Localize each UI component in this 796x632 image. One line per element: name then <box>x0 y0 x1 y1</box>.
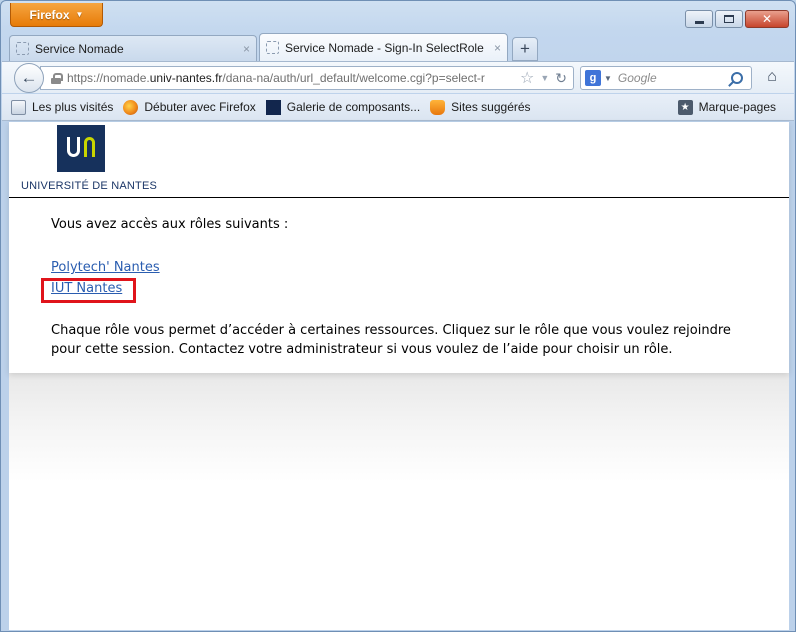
url-text[interactable]: https://nomade.univ-nantes.fr/dana-na/au… <box>67 71 518 85</box>
highlight-box <box>41 278 136 303</box>
logo-u-shape <box>67 137 80 157</box>
google-icon[interactable]: g <box>585 70 601 86</box>
role-selection-panel: UNIVERSITÉ DE NANTES Vous avez accès aux… <box>9 122 789 373</box>
bookmark-debuter-avec-firefox[interactable]: Débuter avec Firefox <box>123 99 256 115</box>
bookmark-sites-suggeres[interactable]: Sites suggérés <box>430 99 531 115</box>
firefox-menu-button[interactable]: Firefox ▼ <box>10 3 103 27</box>
browser-window: Firefox ▼ ✕ Service Nomade × Service Nom… <box>0 0 796 632</box>
bookmark-galerie-de-composants[interactable]: Galerie de composants... <box>265 99 421 115</box>
maximize-icon <box>724 15 734 23</box>
header-divider <box>9 197 789 198</box>
tab-label: Service Nomade - Sign-In SelectRole <box>285 40 484 55</box>
bookmark-label: Sites suggérés <box>451 100 531 114</box>
back-arrow-icon: ← <box>20 68 38 87</box>
university-logo <box>57 125 105 172</box>
back-button[interactable]: ← <box>14 63 44 93</box>
close-icon: ✕ <box>761 12 773 26</box>
chevron-down-icon: ▼ <box>75 10 84 19</box>
window-controls: ✕ <box>685 10 789 28</box>
tab-service-nomade[interactable]: Service Nomade × <box>9 35 257 61</box>
bookmarks-menu-button[interactable]: ★ Marque-pages <box>677 99 776 115</box>
bookmarks-toolbar: Les plus visités Débuter avec Firefox Ga… <box>2 94 794 121</box>
url-prefix: https://nomade. <box>67 71 150 85</box>
bookmark-label: Débuter avec Firefox <box>144 100 256 114</box>
search-icon[interactable] <box>731 72 743 84</box>
page-content: UNIVERSITÉ DE NANTES Vous avez accès aux… <box>9 122 789 630</box>
firefox-menu-label: Firefox <box>29 7 70 22</box>
plus-icon: + <box>520 39 530 58</box>
roles-intro-text: Vous avez accès aux rôles suivants : <box>51 217 289 232</box>
new-tab-button[interactable]: + <box>512 37 538 61</box>
close-window-button[interactable]: ✕ <box>745 10 789 28</box>
firefox-icon <box>123 99 139 115</box>
bookmark-label: Galerie de composants... <box>286 100 421 114</box>
tab-label: Service Nomade <box>35 41 124 56</box>
home-icon[interactable]: ⌂ <box>762 67 782 87</box>
url-bar[interactable]: https://nomade.univ-nantes.fr/dana-na/au… <box>40 66 574 90</box>
suggested-sites-icon <box>430 99 446 115</box>
tab-close-icon[interactable]: × <box>494 41 501 55</box>
university-name: UNIVERSITÉ DE NANTES <box>21 180 158 192</box>
role-link-polytech-nantes[interactable]: Polytech' Nantes <box>51 260 160 275</box>
minimize-icon <box>694 20 704 24</box>
folder-icon <box>11 99 26 115</box>
search-engine-dropdown-icon[interactable]: ▼ <box>604 74 612 83</box>
url-domain: univ-nantes.fr <box>149 71 223 85</box>
bookmark-star-icon[interactable]: ☆ <box>520 68 534 88</box>
maximize-button[interactable] <box>715 10 743 28</box>
roles-description-text: Chaque rôle vous permet d’accéder à cert… <box>51 323 731 357</box>
bookmark-les-plus-visites[interactable]: Les plus visités <box>11 99 114 115</box>
minimize-button[interactable] <box>685 10 713 28</box>
logo-n-shape <box>84 137 95 157</box>
bookmark-label: Les plus visités <box>32 100 114 114</box>
tab-close-icon[interactable]: × <box>243 42 250 56</box>
page-favicon-icon <box>266 41 279 54</box>
gallery-icon <box>265 99 281 115</box>
search-bar[interactable]: g ▼ Google <box>580 66 752 90</box>
search-input[interactable]: Google <box>618 71 731 85</box>
url-path: /dana-na/auth/url_default/welcome.cgi?p=… <box>222 71 485 85</box>
history-dropdown-icon[interactable]: ▼ <box>540 73 549 83</box>
bookmarks-star-icon: ★ <box>677 99 693 115</box>
navigation-toolbar: https://nomade.univ-nantes.fr/dana-na/au… <box>2 61 794 93</box>
lock-icon <box>51 72 63 84</box>
tab-sign-in-selectrole[interactable]: Service Nomade - Sign-In SelectRole × <box>259 33 508 61</box>
page-favicon-icon <box>16 42 29 55</box>
reload-icon[interactable]: ↻ <box>555 70 567 87</box>
bookmarks-menu-label: Marque-pages <box>698 100 776 114</box>
tab-strip: Service Nomade × Service Nomade - Sign-I… <box>9 33 538 61</box>
